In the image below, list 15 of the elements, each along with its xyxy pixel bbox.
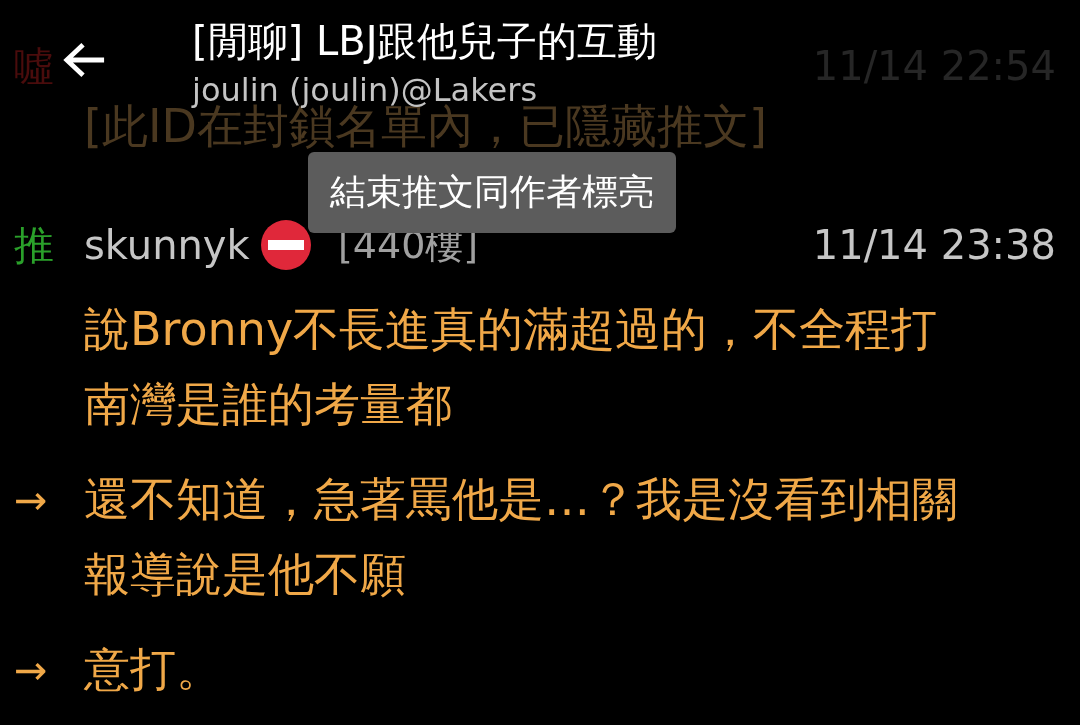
back-arrow-icon[interactable] (62, 40, 106, 80)
reply-text: 還不知道，急著罵他是…？我是沒看到相關 (84, 470, 958, 528)
no-entry-icon (260, 219, 312, 271)
comment-tag: 推 (14, 217, 54, 273)
reply-arrow: → (14, 646, 49, 693)
comment-text: 南灣是誰的考量都 (84, 375, 452, 433)
reply-text: 報導說是他不願 (84, 545, 406, 603)
comment-time: 11/14 23:38 (812, 222, 1056, 268)
toast-message: 結束推文同作者標亮 (308, 152, 676, 233)
comment-text: 說Bronny不長進真的滿超過的，不全程打 (84, 300, 938, 358)
comment-tag: 噓 (14, 38, 54, 94)
post-title: [閒聊] LBJ跟他兒子的互動 (192, 17, 658, 66)
username[interactable]: skunnyk (84, 222, 260, 268)
reply-arrow: → (14, 476, 49, 523)
reply-text: 意打。 (84, 640, 222, 698)
